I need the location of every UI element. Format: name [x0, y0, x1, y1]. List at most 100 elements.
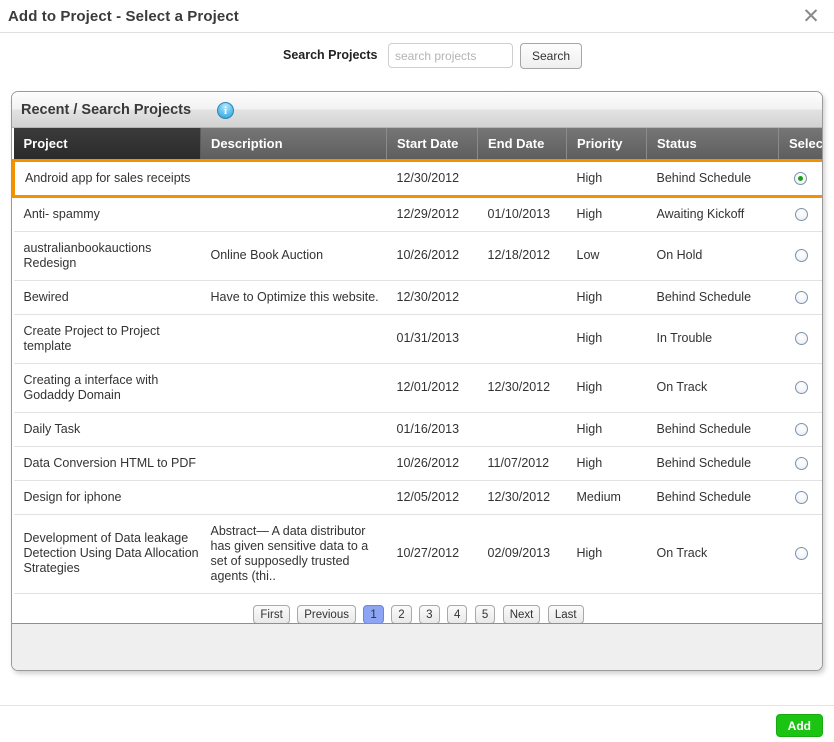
cell-end-date	[477, 314, 567, 364]
search-button[interactable]: Search	[520, 43, 583, 69]
select-radio[interactable]	[794, 456, 808, 470]
table-row[interactable]: Anti- spammy 12/29/2012 01/10/2013 High Awai…	[13, 196, 822, 232]
pagination-page-4[interactable]: 4	[447, 604, 468, 624]
cell-select	[778, 231, 822, 281]
cell-priority: High	[566, 158, 647, 198]
cell-project: Data Conversion HTML to PDF	[13, 446, 201, 481]
info-icon[interactable]: i	[217, 102, 234, 119]
cell-start-date: 12/05/2012	[386, 480, 478, 515]
pagination-last[interactable]: Last	[547, 604, 584, 624]
pagination-page-5[interactable]: 5	[474, 604, 496, 624]
cell-status: On Track	[646, 514, 779, 594]
table-row[interactable]: Creating a interface with Godaddy Domain…	[13, 363, 822, 413]
pagination-page-1[interactable]: 1	[363, 604, 384, 624]
column-header-end-date[interactable]: End Date	[477, 128, 567, 161]
pagination-next[interactable]: Next	[502, 604, 541, 624]
cell-priority: Medium	[566, 480, 647, 515]
cell-status: Awaiting Kickoff	[646, 196, 779, 232]
column-header-start-date[interactable]: Start Date	[386, 128, 478, 161]
cell-select	[778, 412, 822, 447]
add-to-project-dialog: Add to Project - Select a Project ✕ Sear…	[0, 0, 834, 742]
select-radio[interactable]	[794, 332, 808, 346]
close-icon[interactable]: ✕	[798, 3, 824, 29]
cell-priority: Low	[566, 231, 647, 281]
select-radio[interactable]	[793, 171, 807, 185]
projects-table: Project Description Start Date End Date …	[12, 128, 822, 636]
panel-footer	[12, 623, 822, 670]
table-row[interactable]: Daily Task 01/16/2013 High Behind Schedule	[13, 412, 822, 447]
column-header-status[interactable]: Status	[646, 128, 779, 161]
cell-select	[778, 480, 822, 515]
cell-project: Development of Data leakage Detection Us…	[13, 514, 201, 594]
cell-project: Android app for sales receipts	[12, 158, 201, 198]
cell-project: Daily Task	[13, 412, 201, 447]
cell-end-date: 12/30/2012	[477, 480, 567, 515]
cell-status: On Track	[646, 363, 779, 413]
select-radio[interactable]	[794, 381, 808, 395]
column-header-priority[interactable]: Priority	[566, 128, 647, 161]
cell-priority: High	[566, 514, 647, 594]
table-row[interactable]: Bewired Have to Optimize this website. 12/…	[13, 280, 822, 315]
table-row[interactable]: Create Project to Project template 01/31/…	[13, 314, 822, 364]
cell-status: Behind Schedule	[646, 280, 779, 315]
select-radio[interactable]	[794, 490, 808, 504]
select-radio[interactable]	[794, 422, 808, 436]
select-radio[interactable]	[794, 290, 808, 304]
cell-status: In Trouble	[646, 314, 779, 364]
cell-end-date: 02/09/2013	[477, 514, 567, 594]
cell-select	[778, 446, 822, 481]
cell-start-date: 12/01/2012	[386, 363, 478, 413]
column-header-select[interactable]: Select	[778, 128, 822, 161]
bottom-divider	[0, 705, 834, 706]
cell-description: Online Book Auction	[200, 231, 387, 281]
cell-start-date: 10/26/2012	[386, 231, 478, 281]
pagination-page-2[interactable]: 2	[391, 604, 412, 624]
column-header-project[interactable]: Project	[13, 128, 201, 161]
cell-status: Behind Schedule	[646, 446, 779, 481]
cell-start-date: 12/30/2012	[386, 280, 478, 315]
search-input[interactable]	[388, 43, 513, 68]
cell-status: Behind Schedule	[646, 158, 779, 198]
table-header-row: Project Description Start Date End Date …	[13, 128, 822, 161]
select-radio[interactable]	[794, 207, 808, 221]
cell-project: Create Project to Project template	[13, 314, 201, 364]
cell-description	[200, 196, 387, 232]
panel-title: Recent / Search Projects	[21, 102, 192, 118]
cell-status: Behind Schedule	[646, 480, 779, 515]
table-row[interactable]: Android app for sales receipts 12/30/2012…	[12, 158, 822, 198]
select-radio[interactable]	[794, 547, 808, 561]
pagination-page-3[interactable]: 3	[419, 604, 440, 624]
cell-description	[200, 158, 387, 198]
table-row[interactable]: Design for iphone 12/05/2012 12/30/2012 Med…	[13, 480, 822, 515]
cell-priority: High	[566, 363, 647, 413]
cell-description	[200, 314, 387, 364]
table-body: Android app for sales receipts 12/30/2012…	[12, 158, 822, 594]
cell-project: Creating a interface with Godaddy Domain	[13, 363, 201, 413]
cell-project: Bewired	[13, 280, 201, 315]
pagination-previous[interactable]: Previous	[297, 604, 356, 624]
cell-end-date: 01/10/2013	[477, 196, 567, 232]
panel-header: Recent / Search Projects i	[12, 92, 822, 128]
dialog-titlebar: Add to Project - Select a Project ✕	[0, 0, 834, 33]
cell-end-date	[477, 158, 567, 198]
table-row[interactable]: australianbookauctions Redesign Online Bo…	[13, 231, 822, 281]
cell-priority: High	[566, 412, 647, 447]
add-button[interactable]: Add	[775, 714, 823, 737]
cell-project: Design for iphone	[13, 480, 201, 515]
cell-end-date	[477, 280, 567, 315]
cell-description	[200, 446, 387, 481]
table-header: Project Description Start Date End Date …	[13, 128, 822, 161]
select-radio[interactable]	[794, 249, 808, 263]
cell-priority: High	[566, 314, 647, 364]
pagination-first[interactable]: First	[253, 604, 290, 624]
cell-start-date: 12/30/2012	[386, 158, 478, 198]
column-header-description[interactable]: Description	[200, 128, 387, 161]
table-row[interactable]: Data Conversion HTML to PDF 10/26/2012 11/…	[13, 446, 822, 481]
cell-start-date: 12/29/2012	[386, 196, 478, 232]
dialog-title: Add to Project - Select a Project	[8, 8, 239, 25]
cell-start-date: 10/27/2012	[386, 514, 478, 594]
cell-start-date: 10/26/2012	[386, 446, 478, 481]
table-row[interactable]: Development of Data leakage Detection Us…	[13, 514, 822, 594]
cell-start-date: 01/31/2013	[386, 314, 478, 364]
cell-description: Abstract— A data distributor has given s…	[200, 514, 387, 594]
